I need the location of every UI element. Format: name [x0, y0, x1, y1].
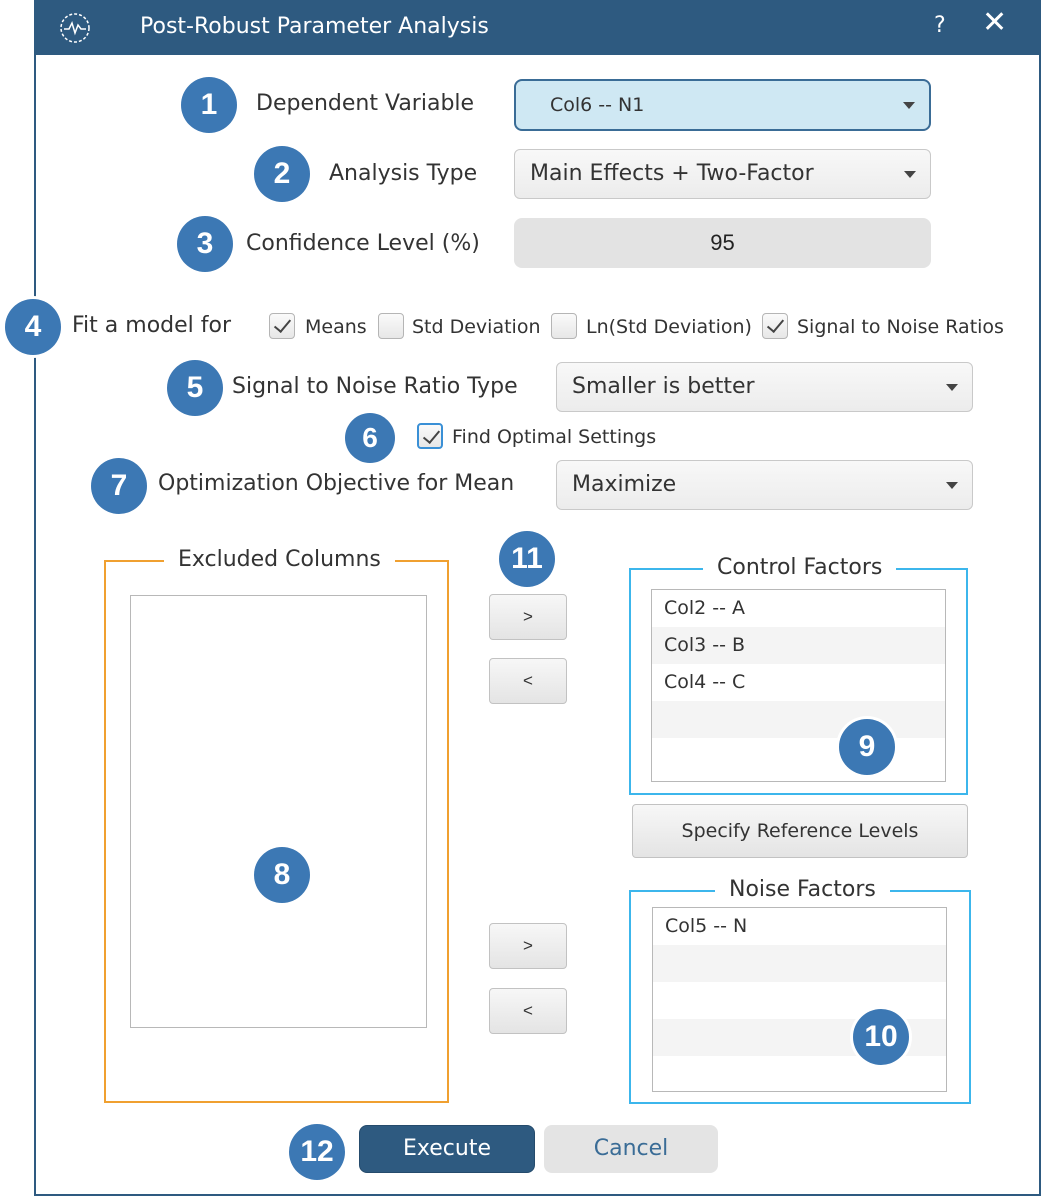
list-item[interactable]: Col3 -- B — [652, 627, 945, 664]
confidence-level-label: Confidence Level (%) — [246, 231, 480, 256]
std-deviation-checkbox[interactable] — [378, 313, 404, 339]
chevron-down-icon — [904, 171, 916, 178]
remove-from-noise-button[interactable]: < — [489, 988, 567, 1034]
add-to-noise-button[interactable]: > — [489, 923, 567, 969]
ln-std-deviation-checkbox[interactable] — [551, 313, 577, 339]
callout-badge-6: 6 — [345, 413, 395, 463]
optimization-objective-select[interactable]: Maximize — [556, 460, 973, 510]
fit-model-label: Fit a model for — [72, 313, 232, 338]
callout-badge-3: 3 — [177, 216, 233, 272]
optimization-objective-value: Maximize — [572, 472, 677, 497]
callout-badge-4: 4 — [5, 299, 61, 355]
remove-from-control-button[interactable]: < — [489, 658, 567, 704]
sn-ratios-checkbox[interactable] — [762, 313, 788, 339]
sn-ratio-type-value: Smaller is better — [572, 374, 755, 399]
specify-reference-levels-button[interactable]: Specify Reference Levels — [632, 804, 968, 858]
optimization-objective-label: Optimization Objective for Mean — [158, 471, 515, 496]
help-icon[interactable]: ? — [934, 13, 946, 38]
callout-badge-5: 5 — [167, 360, 223, 416]
empty-list-row — [653, 945, 946, 982]
find-optimal-checkbox[interactable] — [417, 423, 443, 449]
callout-badge-12: 12 — [289, 1124, 345, 1180]
list-item[interactable]: Col2 -- A — [652, 590, 945, 627]
sn-ratio-type-select[interactable]: Smaller is better — [556, 362, 973, 412]
noise-factors-title: Noise Factors — [715, 876, 890, 904]
chevron-down-icon — [946, 384, 958, 391]
sn-ratios-checkbox-label: Signal to Noise Ratios — [797, 316, 1004, 338]
excluded-columns-title: Excluded Columns — [164, 546, 395, 574]
means-checkbox[interactable] — [269, 313, 295, 339]
ln-std-deviation-checkbox-label: Ln(Std Deviation) — [586, 316, 752, 338]
find-optimal-checkbox-label: Find Optimal Settings — [452, 426, 657, 448]
callout-badge-11: 11 — [499, 531, 555, 587]
chevron-down-icon — [946, 482, 958, 489]
control-factors-list[interactable]: Col2 -- A Col3 -- B Col4 -- C — [651, 589, 946, 782]
callout-badge-7: 7 — [91, 458, 147, 514]
window-title: Post-Robust Parameter Analysis — [140, 14, 489, 39]
empty-list-row — [652, 738, 945, 775]
cancel-button[interactable]: Cancel — [544, 1125, 718, 1173]
execute-button[interactable]: Execute — [359, 1125, 535, 1173]
dependent-variable-select[interactable]: Col6 -- N1 — [514, 79, 931, 131]
analysis-type-label: Analysis Type — [329, 161, 478, 186]
analysis-type-select[interactable]: Main Effects + Two-Factor — [514, 149, 931, 199]
control-factors-group: Control Factors Col2 -- A Col3 -- B Col4… — [629, 554, 968, 795]
excluded-columns-list[interactable] — [130, 595, 427, 1028]
dependent-variable-value: Col6 -- N1 — [550, 94, 645, 116]
std-deviation-checkbox-label: Std Deviation — [412, 316, 541, 338]
empty-list-row — [653, 982, 946, 1019]
noise-factors-group: Noise Factors Col5 -- N — [629, 876, 971, 1104]
callout-badge-8: 8 — [254, 847, 310, 903]
callout-badge-1: 1 — [181, 77, 237, 133]
list-item[interactable]: Col5 -- N — [653, 908, 946, 945]
excluded-columns-group: Excluded Columns — [104, 546, 449, 1103]
app-logo-icon — [60, 13, 90, 43]
add-to-control-button[interactable]: > — [489, 594, 567, 640]
analysis-type-value: Main Effects + Two-Factor — [530, 161, 814, 186]
title-bar: Post-Robust Parameter Analysis ? ✕ — [34, 0, 1041, 55]
sn-ratio-type-label: Signal to Noise Ratio Type — [232, 374, 518, 399]
control-factors-title: Control Factors — [703, 554, 897, 582]
list-item[interactable]: Col4 -- C — [652, 664, 945, 701]
callout-badge-10: 10 — [853, 1009, 909, 1065]
dependent-variable-label: Dependent Variable — [256, 91, 475, 116]
chevron-down-icon — [903, 102, 915, 109]
close-icon[interactable]: ✕ — [982, 8, 1007, 38]
noise-factors-list[interactable]: Col5 -- N — [652, 907, 947, 1092]
empty-list-row — [652, 701, 945, 738]
callout-badge-2: 2 — [254, 146, 310, 202]
callout-badge-9: 9 — [839, 719, 895, 775]
confidence-level-input[interactable]: 95 — [514, 218, 931, 268]
means-checkbox-label: Means — [305, 316, 367, 338]
